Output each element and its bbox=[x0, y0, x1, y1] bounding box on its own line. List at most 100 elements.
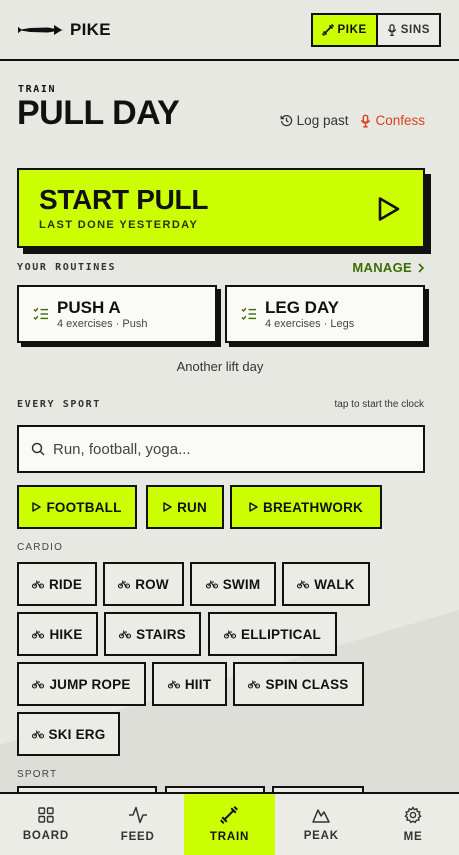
activity-icon bbox=[128, 806, 148, 824]
sport-chip-spin-class[interactable]: SPIN CLASS bbox=[233, 662, 364, 706]
chip-label: JUMP ROPE bbox=[49, 676, 131, 692]
manage-label: MANAGE bbox=[352, 260, 412, 275]
page-title: PULL DAY bbox=[17, 94, 180, 132]
sport-chip-elliptical[interactable]: ELLIPTICAL bbox=[208, 612, 337, 656]
app: PIKE PIKE SINS TRAIN PULL DAY Log past C… bbox=[0, 0, 459, 855]
sport-chip-stairs[interactable]: STAIRS bbox=[104, 612, 201, 656]
bike-icon bbox=[224, 629, 236, 639]
grid-icon bbox=[38, 807, 54, 823]
nav-label: BOARD bbox=[22, 830, 69, 842]
search-icon bbox=[31, 442, 45, 456]
nav-label: TRAIN bbox=[209, 831, 250, 843]
bike-icon bbox=[118, 579, 131, 589]
bike-icon bbox=[167, 679, 180, 689]
chip-label: FOOTBALL bbox=[46, 499, 122, 515]
dumbbell-icon bbox=[321, 23, 334, 36]
log-past-button[interactable]: Log past bbox=[280, 113, 349, 128]
chevron-right-icon bbox=[418, 262, 424, 273]
toggle-sins[interactable]: SINS bbox=[377, 14, 439, 45]
bike-icon bbox=[248, 679, 261, 689]
start-title: START PULL bbox=[39, 184, 209, 215]
checklist-icon bbox=[241, 307, 257, 321]
sports-hint: tap to start the clock bbox=[334, 399, 425, 410]
play-icon bbox=[163, 502, 172, 512]
chip-label: RIDE bbox=[48, 576, 83, 592]
routine-meta: 4 exercises · Push bbox=[57, 317, 148, 330]
manage-routines-link[interactable]: MANAGE bbox=[352, 260, 424, 275]
routine-meta: 4 exercises · Legs bbox=[265, 317, 355, 330]
toggle-sins-label: SINS bbox=[400, 23, 430, 36]
mode-toggle: PIKE SINS bbox=[310, 12, 441, 47]
nav-label: ME bbox=[403, 831, 423, 843]
sport-chip-row[interactable]: ROW bbox=[103, 562, 184, 606]
routines-label: YOUR ROUTINES bbox=[17, 262, 117, 273]
log-past-label: Log past bbox=[296, 113, 349, 128]
sport-chip-swim[interactable]: SWIM bbox=[190, 562, 276, 606]
sport-chip-run[interactable]: RUN bbox=[146, 485, 224, 529]
chip-label: SWIM bbox=[222, 576, 261, 592]
chip-label: ELLIPTICAL bbox=[241, 626, 321, 642]
top-bar: PIKE PIKE SINS bbox=[0, 0, 459, 61]
sport-chip-breathwork[interactable]: BREATHWORK bbox=[230, 485, 382, 529]
sport-chip-walk[interactable]: WALK bbox=[282, 562, 370, 606]
chip-label: ROW bbox=[135, 576, 169, 592]
nav-peak[interactable]: PEAK bbox=[275, 794, 367, 855]
microphone-icon bbox=[360, 114, 371, 128]
bottom-nav: BOARD FEED TRAIN PEAK ME bbox=[0, 792, 459, 855]
pike-fish-icon bbox=[18, 24, 64, 36]
bike-icon bbox=[31, 729, 44, 739]
nav-board[interactable]: BOARD bbox=[0, 794, 92, 855]
checklist-icon bbox=[33, 307, 49, 321]
bike-icon bbox=[205, 579, 218, 589]
nav-label: PEAK bbox=[303, 830, 339, 842]
nav-feed[interactable]: FEED bbox=[92, 794, 184, 855]
nav-label: FEED bbox=[120, 831, 155, 843]
play-icon bbox=[32, 502, 42, 512]
brand-name: PIKE bbox=[70, 19, 111, 39]
routine-name: PUSH A bbox=[57, 297, 121, 317]
brand[interactable]: PIKE bbox=[18, 20, 111, 40]
toggle-pike[interactable]: PIKE bbox=[312, 14, 378, 45]
cardio-label: CARDIO bbox=[17, 542, 64, 553]
bike-icon bbox=[32, 679, 45, 689]
confess-button[interactable]: Confess bbox=[360, 113, 425, 128]
nav-train[interactable]: TRAIN bbox=[183, 794, 276, 855]
chip-label: WALK bbox=[314, 576, 355, 592]
bike-icon bbox=[297, 579, 310, 589]
confess-label: Confess bbox=[375, 113, 425, 128]
chip-label: SKI ERG bbox=[48, 726, 106, 742]
chip-label: STAIRS bbox=[136, 626, 186, 642]
sport-chip-hiit[interactable]: HIIT bbox=[152, 662, 227, 706]
sport-chip-ski-erg[interactable]: SKI ERG bbox=[17, 712, 120, 756]
mountain-icon bbox=[312, 807, 331, 823]
sport-chip-jump-rope[interactable]: JUMP ROPE bbox=[17, 662, 146, 706]
nav-me[interactable]: ME bbox=[367, 794, 459, 855]
chip-label: HIIT bbox=[184, 676, 212, 692]
chip-label: SPIN CLASS bbox=[265, 676, 349, 692]
gear-icon bbox=[404, 806, 422, 824]
sport-search-input[interactable]: Run, football, yoga... bbox=[17, 425, 425, 473]
bike-icon bbox=[31, 579, 44, 589]
chip-label: RUN bbox=[177, 499, 207, 515]
routine-card-push-a[interactable]: PUSH A 4 exercises · Push bbox=[17, 285, 217, 343]
start-workout-card[interactable]: START PULL LAST DONE YESTERDAY bbox=[17, 168, 425, 248]
dumbbell-icon bbox=[220, 806, 239, 824]
search-placeholder: Run, football, yoga... bbox=[53, 440, 191, 458]
sport-chip-football[interactable]: FOOTBALL bbox=[17, 485, 137, 529]
routine-name: LEG DAY bbox=[265, 297, 340, 317]
bike-icon bbox=[119, 629, 132, 639]
sport-label: SPORT bbox=[17, 769, 58, 780]
microphone-icon bbox=[387, 23, 397, 36]
bike-icon bbox=[32, 629, 45, 639]
routines-note: Another lift day bbox=[176, 359, 264, 374]
sport-chip-ride[interactable]: RIDE bbox=[17, 562, 97, 606]
sport-chip-hike[interactable]: HIKE bbox=[17, 612, 98, 656]
chip-label: HIKE bbox=[49, 626, 83, 642]
every-sport-label: EVERY SPORT bbox=[17, 399, 101, 410]
play-icon bbox=[249, 502, 258, 512]
chip-label: BREATHWORK bbox=[263, 499, 363, 515]
title-actions: Log past Confess bbox=[280, 113, 425, 128]
routine-card-leg-day[interactable]: LEG DAY 4 exercises · Legs bbox=[225, 285, 425, 343]
start-subtitle: LAST DONE YESTERDAY bbox=[39, 219, 199, 231]
toggle-pike-label: PIKE bbox=[337, 23, 367, 36]
